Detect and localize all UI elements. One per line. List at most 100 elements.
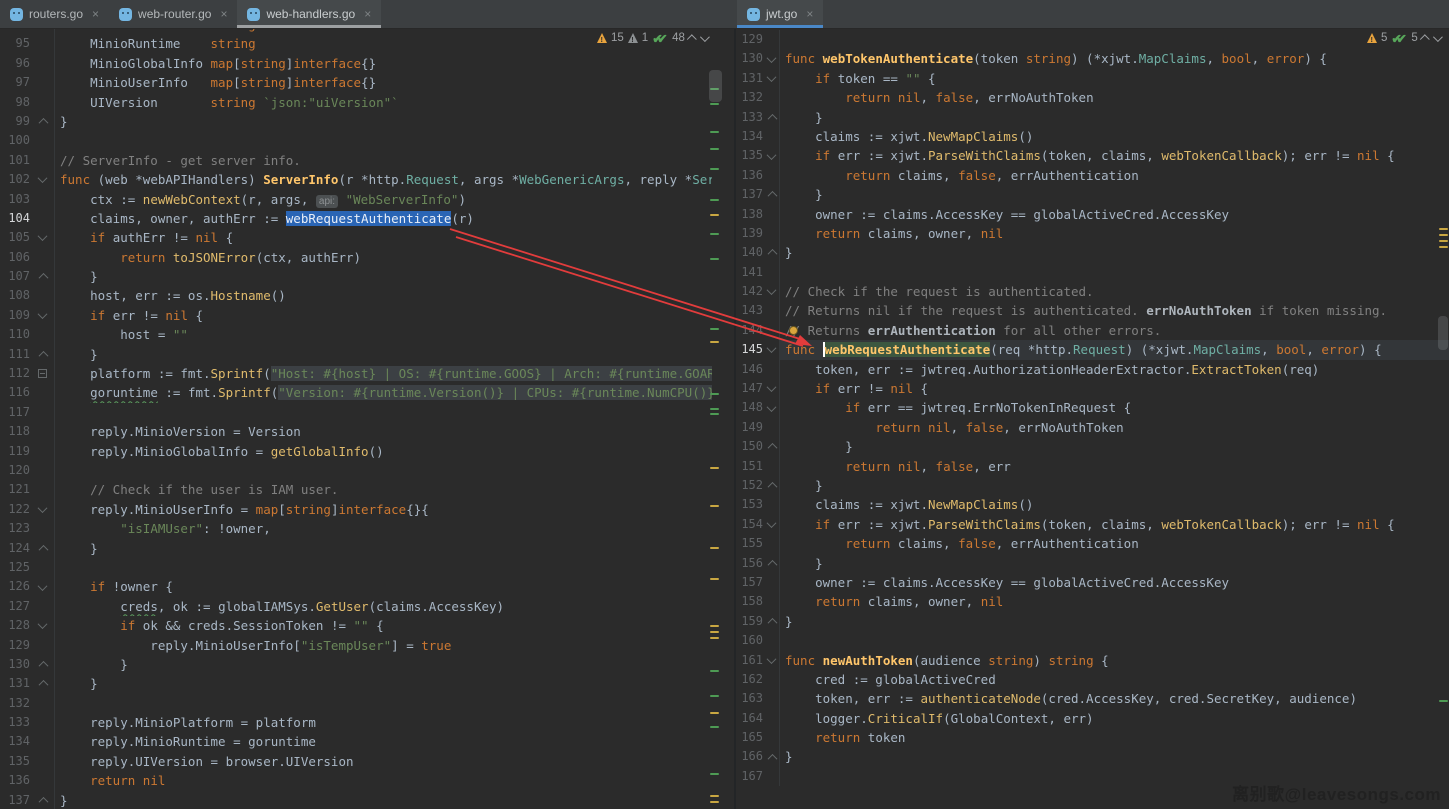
code-line-138[interactable]: 138 owner := claims.AccessKey == globalA…	[737, 205, 1449, 224]
code-line-108[interactable]: 108 host, err := os.Hostname()	[0, 286, 712, 305]
code-line-103[interactable]: 103 ctx := newWebContext(r, args, api: "…	[0, 190, 712, 209]
line-number[interactable]: 154	[737, 515, 763, 534]
code-line-104[interactable]: 104 claims, owner, authErr := webRequest…	[0, 209, 712, 228]
line-number[interactable]: 119	[0, 442, 30, 461]
line-number[interactable]: 152	[737, 476, 763, 495]
fold-icon[interactable]	[30, 791, 55, 809]
fold-icon[interactable]	[30, 655, 55, 674]
fold-icon[interactable]	[763, 612, 780, 631]
editor-pane-jwt[interactable]: 129130func webTokenAuthenticate(token st…	[737, 28, 1449, 809]
code-line-116[interactable]: 116 goruntime := fmt.Sprintf("Version: #…	[0, 383, 712, 402]
code-line-130[interactable]: 130 }	[0, 655, 712, 674]
line-number[interactable]: 133	[737, 108, 763, 127]
line-number[interactable]: 155	[737, 534, 763, 553]
code-line-160[interactable]: 160	[737, 631, 1449, 650]
line-number[interactable]: 103	[0, 190, 30, 209]
fold-icon[interactable]	[30, 112, 55, 131]
tab-jwt.go[interactable]: jwt.go×	[737, 0, 823, 28]
line-number[interactable]: 123	[0, 519, 30, 538]
line-number[interactable]: 106	[0, 248, 30, 267]
code-line-111[interactable]: 111 }	[0, 345, 712, 364]
code-line-162[interactable]: 162 cred := globalActiveCred	[737, 670, 1449, 689]
line-number[interactable]: 134	[737, 127, 763, 146]
line-number[interactable]: 111	[0, 345, 30, 364]
code-line-142[interactable]: 142// Check if the request is authentica…	[737, 282, 1449, 301]
code-line-136[interactable]: 136 return claims, false, errAuthenticat…	[737, 166, 1449, 185]
code-line-124[interactable]: 124 }	[0, 539, 712, 558]
code-line-137[interactable]: 137 }	[737, 185, 1449, 204]
code-line-97[interactable]: 97 MinioUserInfo map[string]interface{}	[0, 73, 712, 92]
line-number[interactable]: 142	[737, 282, 763, 301]
fold-icon[interactable]	[763, 146, 780, 165]
fold-icon[interactable]	[763, 437, 780, 456]
line-number[interactable]: 148	[737, 398, 763, 417]
code-line-137[interactable]: 137}	[0, 791, 712, 809]
line-number[interactable]: 116	[0, 383, 30, 402]
line-number[interactable]: 149	[737, 418, 763, 437]
line-number[interactable]: 156	[737, 554, 763, 573]
code-line-109[interactable]: 109 if err != nil {	[0, 306, 712, 325]
code-line-131[interactable]: 131 if token == "" {	[737, 69, 1449, 88]
code-line-151[interactable]: 151 return nil, false, err	[737, 457, 1449, 476]
line-number[interactable]: 147	[737, 379, 763, 398]
code-line-139[interactable]: 139 return claims, owner, nil	[737, 224, 1449, 243]
fold-icon[interactable]	[763, 282, 780, 301]
line-number[interactable]: 122	[0, 500, 30, 519]
line-number[interactable]: 146	[737, 360, 763, 379]
code-line-150[interactable]: 150 }	[737, 437, 1449, 456]
scrollbar-thumb[interactable]	[1438, 316, 1448, 350]
code-line-134[interactable]: 134 claims := xjwt.NewMapClaims()	[737, 127, 1449, 146]
fold-icon[interactable]	[763, 49, 780, 68]
code-line-159[interactable]: 159}	[737, 612, 1449, 631]
fold-icon[interactable]	[30, 674, 55, 693]
code-line-144[interactable]: 144// Returns errAuthentication for all …	[737, 321, 1449, 340]
code-line-102[interactable]: 102func (web *webAPIHandlers) ServerInfo…	[0, 170, 712, 189]
code-line-105[interactable]: 105 if authErr != nil {	[0, 228, 712, 247]
fold-icon[interactable]	[30, 500, 55, 519]
line-number[interactable]: 130	[737, 49, 763, 68]
fold-icon[interactable]	[763, 651, 780, 670]
line-number[interactable]: 99	[0, 112, 30, 131]
code-line-164[interactable]: 164 logger.CriticalIf(GlobalContext, err…	[737, 709, 1449, 728]
code-line-166[interactable]: 166}	[737, 747, 1449, 766]
fold-icon[interactable]	[30, 170, 55, 189]
line-number[interactable]: 118	[0, 422, 30, 441]
line-number[interactable]: 98	[0, 93, 30, 112]
code-line-155[interactable]: 155 return claims, false, errAuthenticat…	[737, 534, 1449, 553]
line-number[interactable]: 100	[0, 131, 30, 150]
code-line-106[interactable]: 106 return toJSONError(ctx, authErr)	[0, 248, 712, 267]
line-number[interactable]: 95	[0, 34, 30, 53]
code-line-156[interactable]: 156 }	[737, 554, 1449, 573]
code-line-157[interactable]: 157 owner := claims.AccessKey == globalA…	[737, 573, 1449, 592]
tab-web-handlers.go[interactable]: web-handlers.go×	[237, 0, 381, 28]
code-line-146[interactable]: 146 token, err := jwtreq.AuthorizationHe…	[737, 360, 1449, 379]
code-line-133[interactable]: 133 }	[737, 108, 1449, 127]
line-number[interactable]: 164	[737, 709, 763, 728]
close-icon[interactable]: ×	[364, 8, 371, 20]
code-line-132[interactable]: 132 return nil, false, errNoAuthToken	[737, 88, 1449, 107]
right-error-stripe[interactable]	[1437, 28, 1449, 809]
code-line-122[interactable]: 122 reply.MinioUserInfo = map[string]int…	[0, 500, 712, 519]
code-line-132[interactable]: 132	[0, 694, 712, 713]
line-number[interactable]: 129	[0, 636, 30, 655]
code-line-165[interactable]: 165 return token	[737, 728, 1449, 747]
line-number[interactable]: 165	[737, 728, 763, 747]
fold-icon[interactable]	[763, 515, 780, 534]
code-line-133[interactable]: 133 reply.MinioPlatform = platform	[0, 713, 712, 732]
line-number[interactable]: 134	[0, 732, 30, 751]
fold-icon[interactable]	[30, 228, 55, 247]
code-line-131[interactable]: 131 }	[0, 674, 712, 693]
line-number[interactable]: 167	[737, 767, 763, 786]
fold-icon[interactable]	[30, 267, 55, 286]
fold-icon[interactable]	[763, 243, 780, 262]
line-number[interactable]: 107	[0, 267, 30, 286]
prev-problem-button[interactable]	[687, 34, 697, 44]
line-number[interactable]: 143	[737, 301, 763, 320]
intention-bulb-icon[interactable]	[789, 326, 798, 335]
fold-icon[interactable]	[763, 747, 780, 766]
code-line-161[interactable]: 161func newAuthToken(audience string) st…	[737, 651, 1449, 670]
code-line-125[interactable]: 125	[0, 558, 712, 577]
line-number[interactable]: 137	[737, 185, 763, 204]
code-line-126[interactable]: 126 if !owner {	[0, 577, 712, 596]
line-number[interactable]: 130	[0, 655, 30, 674]
